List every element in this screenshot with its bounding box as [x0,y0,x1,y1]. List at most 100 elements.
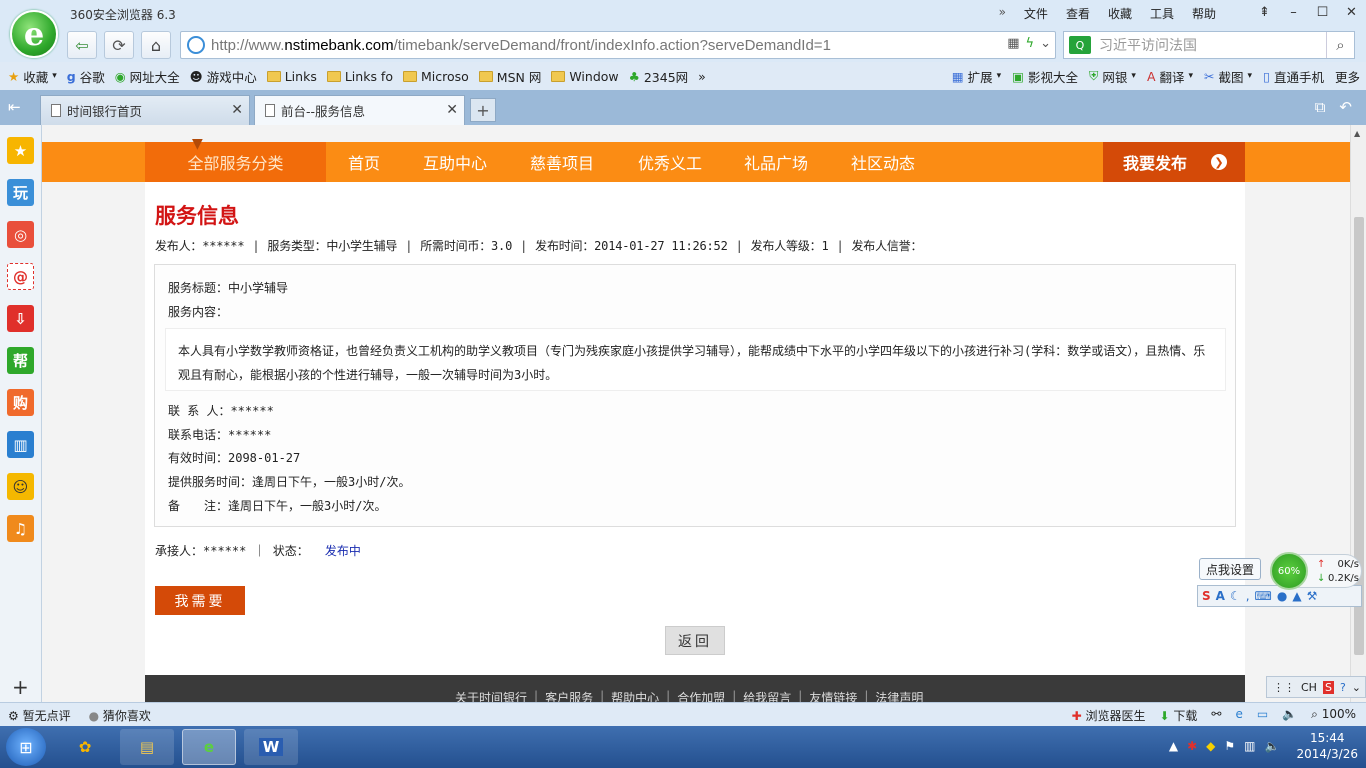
nav-volunteers[interactable]: 优秀义工 [638,142,702,182]
ie-icon[interactable]: e [1235,707,1242,724]
bookmark-folder[interactable]: MSN 网 [478,67,541,86]
close-tab-icon[interactable]: ✕ [446,102,458,118]
extensions-button[interactable]: ▦ 扩展 ▾ [952,67,1001,86]
search-input[interactable]: 习近平访问法国 [1099,35,1326,55]
more-button[interactable]: 更多 [1335,67,1360,86]
tray-security-icon[interactable]: ◆ [1206,739,1215,753]
back-arrow-icon[interactable]: ⇦ [67,31,97,59]
footer-link[interactable]: 法律声明 [875,689,923,702]
new-tab-button[interactable]: + [470,98,496,122]
bookmark-folder[interactable]: Microso [402,69,469,84]
menu-favorites[interactable]: 收藏 [1108,5,1132,22]
download-icon[interactable]: ⇩ [7,305,34,332]
skin-icon[interactable]: ⇞ [1250,0,1279,24]
volume-icon[interactable]: 🔈 [1282,707,1297,724]
tray-network-icon[interactable]: ▥ [1244,739,1255,753]
bookmark-hao[interactable]: ◉ 网址大全 [115,67,180,86]
search-box[interactable]: Q 习近平访问法国 ⌕ [1063,31,1355,59]
doctor-button[interactable]: ✚ 浏览器医生 [1072,707,1146,724]
all-categories-button[interactable]: 全部服务分类 [145,142,326,182]
nav-gift-square[interactable]: 礼品广场 [744,142,808,182]
menu-help[interactable]: 帮助 [1192,5,1216,22]
menu-tools[interactable]: 工具 [1150,5,1174,22]
bookmark-folder[interactable]: Links fo [326,69,393,84]
dropdown-icon[interactable]: ⌄ [1040,36,1051,51]
tray-flag-icon[interactable]: ⚑ [1224,739,1235,753]
video-button[interactable]: ▣ 影视大全 [1012,67,1078,86]
nav-home[interactable]: 首页 [348,142,380,182]
photo-app-icon[interactable]: ✿ [58,729,112,765]
close-icon[interactable]: ✕ [1337,0,1366,24]
bookmark-google[interactable]: g 谷歌 [67,67,105,86]
rating-button[interactable]: ⚙ 暂无点评 [8,707,71,724]
book-icon[interactable]: ▥ [7,431,34,458]
speed-mode-icon[interactable]: ϟ [1026,36,1035,51]
word-icon[interactable]: W [244,729,298,765]
network-monitor[interactable]: 60% ↑ 0K/s ↓ 0.2K/s [1270,552,1362,590]
download-button[interactable]: ⬇ 下载 [1159,707,1197,724]
window-icon[interactable]: ▭ [1257,707,1268,724]
clock[interactable]: 15:44 2014/3/26 [1296,730,1358,762]
footer-link[interactable]: 合作加盟 [677,689,725,702]
moon-icon[interactable]: ☾ [1230,589,1241,603]
sogou-icon[interactable]: S [1202,589,1211,603]
publish-button[interactable]: 我要发布 ❯ [1103,142,1245,182]
bookmark-folder[interactable]: Links [266,69,317,84]
start-button[interactable]: ⊞ [6,728,46,766]
translate-button[interactable]: A 翻译 ▾ [1147,67,1193,86]
shop-icon[interactable]: 购 [7,389,34,416]
refresh-icon[interactable]: ⟳ [104,31,134,59]
close-tab-icon[interactable]: ✕ [231,102,243,118]
bookmarks-more-icon[interactable]: » [698,69,706,84]
need-button[interactable]: 我需要 [155,586,245,615]
search-engine-icon[interactable]: Q [1069,36,1091,54]
mail-icon[interactable]: @ [7,263,34,290]
glasses-icon[interactable]: ⚯ [1211,707,1221,724]
sidebar-toggle-icon[interactable]: ⇤ [8,98,21,116]
minimize-icon[interactable]: – [1279,0,1308,24]
menu-more-icon[interactable]: » [999,5,1006,22]
footer-link[interactable]: 客户服务 [545,689,593,702]
tab-timebank-home[interactable]: 时间银行首页 ✕ [40,95,250,125]
screenshot-button[interactable]: ✂ 截图 ▾ [1204,67,1252,86]
ime-indicator[interactable]: ⋮⋮ CH S ? ⌄ [1266,676,1366,698]
explorer-icon[interactable]: ▤ [120,729,174,765]
music-icon[interactable]: ♫ [7,515,34,542]
footer-link[interactable]: 关于时间银行 [455,689,527,702]
phone-button[interactable]: ▯ 直通手机 [1263,67,1324,86]
maximize-icon[interactable]: ☐ [1308,0,1337,24]
help-icon[interactable]: 帮 [7,347,34,374]
address-bar[interactable]: http://www.nstimebank.com/timebank/serve… [180,31,1056,59]
browser-logo-icon[interactable]: e [10,10,58,58]
qrcode-icon[interactable]: ▦ [1007,36,1019,51]
play-icon[interactable]: 玩 [7,179,34,206]
weibo-icon[interactable]: ◎ [7,221,34,248]
home-icon[interactable]: ⌂ [141,31,171,59]
nav-mutual-aid[interactable]: 互助中心 [423,142,487,182]
bookmark-2345[interactable]: ♣ 2345网 [629,67,689,86]
punctuation-icon[interactable]: , [1246,589,1250,603]
wrench-icon[interactable]: ⚒ [1307,589,1318,603]
bookmark-games[interactable]: ☻ 游戏中心 [190,67,257,86]
menu-view[interactable]: 查看 [1066,5,1090,22]
menu-file[interactable]: 文件 [1024,5,1048,22]
bookmark-favorites[interactable]: ★ 收藏 ▾ [8,67,57,86]
restore-tabs-icon[interactable]: ⧉ [1315,98,1326,116]
keyboard-icon[interactable]: ⌨ [1255,589,1272,603]
bank-button[interactable]: ⛨ 网银 ▾ [1089,67,1136,86]
url-text[interactable]: http://www.nstimebank.com/timebank/serve… [211,37,831,54]
skin-icon[interactable]: ● [1277,589,1287,603]
shirt-icon[interactable]: ▲ [1292,589,1301,603]
search-icon[interactable]: ⌕ [1326,32,1354,58]
browser-task-icon[interactable]: e [182,729,236,765]
add-icon[interactable]: + [12,675,29,699]
tab-service-info[interactable]: 前台--服务信息 ✕ [254,95,465,125]
tray-volume-icon[interactable]: 🔈 [1265,739,1280,753]
footer-link[interactable]: 帮助中心 [611,689,659,702]
face-icon[interactable]: ☺ [7,473,34,500]
ime-settings-button[interactable]: 点我设置 [1199,558,1261,580]
tray-app-icon[interactable]: ✱ [1187,739,1197,753]
star-icon[interactable]: ★ [7,137,34,164]
footer-link[interactable]: 友情链接 [809,689,857,702]
nav-charity[interactable]: 慈善项目 [530,142,594,182]
